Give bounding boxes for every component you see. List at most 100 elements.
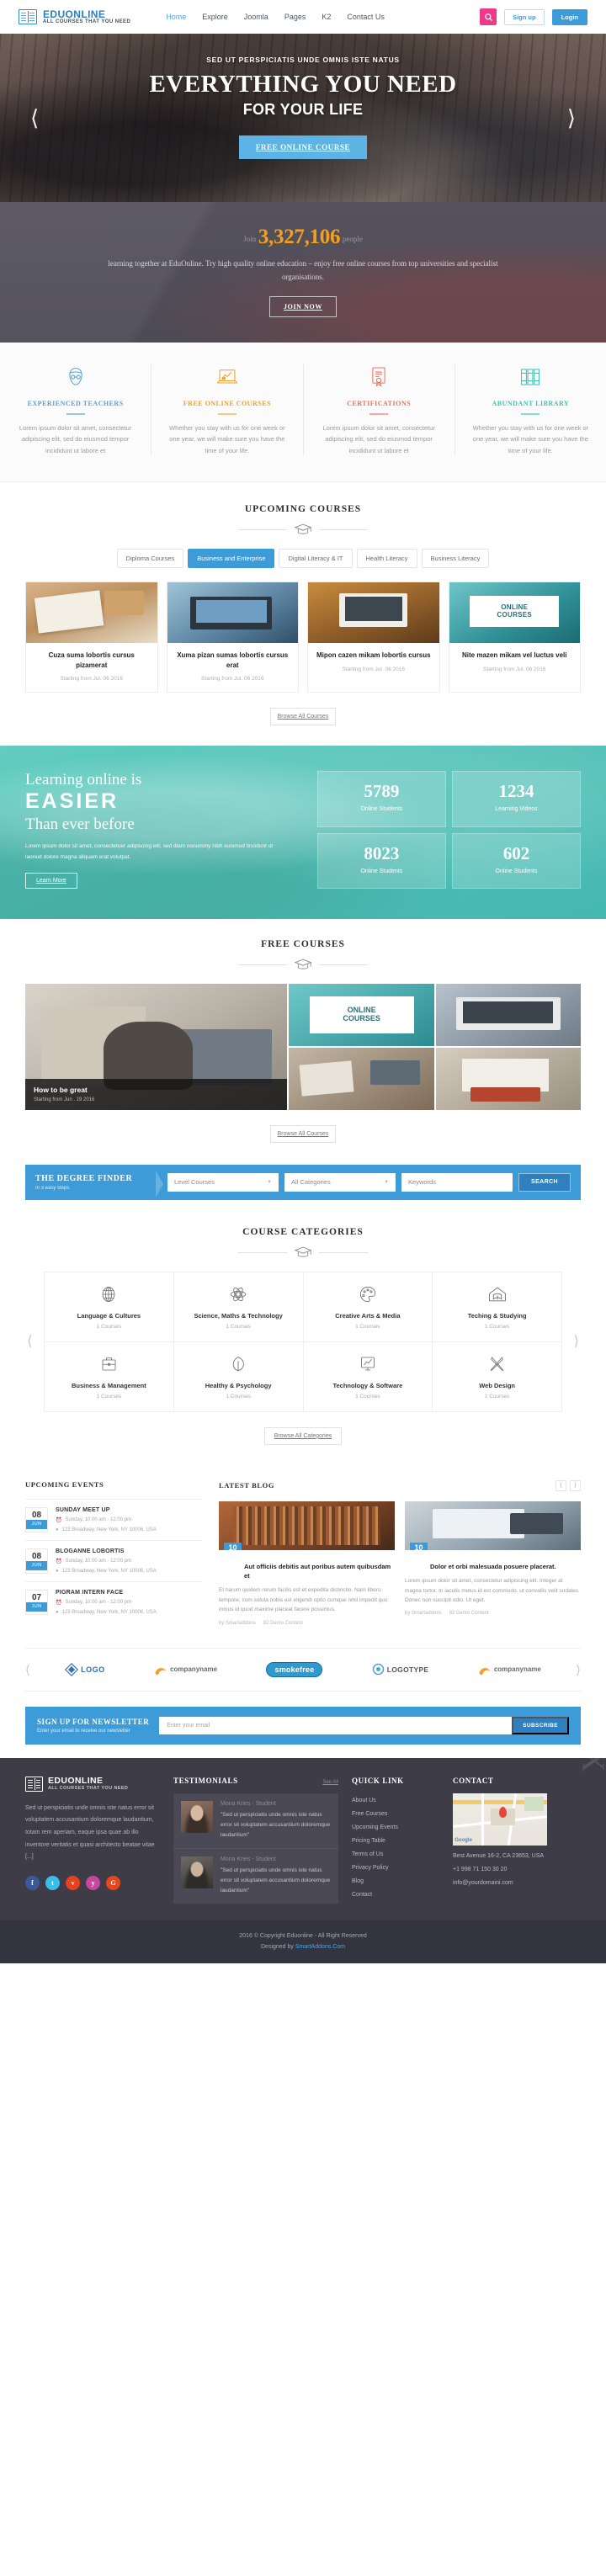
blog-prev-arrow[interactable]: ⟨ (556, 1479, 566, 1491)
browse-all-courses-button[interactable]: Browse All Courses (270, 708, 336, 726)
avatar (181, 1800, 213, 1833)
level-courses-select[interactable]: Level Courses ▼ (167, 1172, 279, 1192)
search-button[interactable] (480, 8, 497, 25)
testimonial-author: Mona Kries - Student (221, 1800, 276, 1807)
quicklink-terms-of-us[interactable]: Terms of Us (352, 1848, 439, 1862)
learn-more-button[interactable]: Learn More (25, 872, 77, 889)
facebook-icon[interactable]: f (25, 1875, 40, 1890)
category-name: Science, Maths & Technology (194, 1311, 283, 1320)
category-count: 1 Courses (96, 1393, 122, 1400)
finder-search-button[interactable]: SEARCH (518, 1172, 571, 1192)
partners-prev-arrow[interactable]: ⟨ (25, 1662, 30, 1677)
events-title: UPCOMING EVENTS (25, 1479, 104, 1489)
sign-up-button[interactable]: Sign up (504, 8, 545, 25)
briefcase-icon (50, 1354, 168, 1374)
event-item[interactable]: 07 JUN PIGRAM INTERN FACE ⏰ Sunday, 10:00… (25, 1580, 202, 1623)
blog-next-arrow[interactable]: ⟩ (570, 1479, 581, 1491)
google-plus-icon[interactable]: G (106, 1875, 120, 1890)
stat-number: 8023 (364, 842, 400, 863)
tab-health-literacy[interactable]: Health Literacy (356, 549, 417, 568)
nav-item-k2[interactable]: K2 (322, 13, 331, 21)
degree-finder-bar: THE DEGREE FINDER In 3 easy steps Level … (25, 1164, 581, 1200)
hero-next-arrow[interactable]: ⟩ (567, 107, 576, 129)
degree-finder-label: THE DEGREE FINDER In 3 easy steps (35, 1170, 163, 1198)
tab-business-and-enterprise[interactable]: Business and Enterprise (188, 549, 275, 568)
mosaic-tile[interactable] (435, 983, 582, 1046)
feature-rule (521, 412, 540, 415)
tab-business-literacy[interactable]: Business Literacy (421, 549, 490, 568)
nav-item-explore[interactable]: Explore (202, 13, 228, 21)
partner-logo[interactable]: LOGOTYPE (372, 1663, 429, 1676)
event-item[interactable]: 08 JUN SUNDAY MEET UP ⏰ Sunday, 10:00 am … (25, 1498, 202, 1540)
quicklink-blog[interactable]: Blog (352, 1875, 439, 1888)
see-all-link[interactable]: See All (322, 1780, 338, 1785)
course-card[interactable]: ONLINE COURSES Nite mazen mikam vel luctu… (448, 582, 581, 693)
nav-item-contact-us[interactable]: Contact Us (347, 13, 385, 21)
quicklink-upcoming-events[interactable]: Upcoming Events (352, 1821, 439, 1835)
category-teching-studying[interactable]: Teching & Studying 1 Courses (433, 1272, 562, 1342)
partner-logo[interactable]: LOGO (65, 1662, 105, 1676)
newsletter-email-input[interactable]: Enter your email (159, 1716, 513, 1734)
category-healthy-psychology[interactable]: Healthy & Psychology 1 Courses (173, 1341, 304, 1412)
browse-all-free-courses-button[interactable]: Browse All Courses (270, 1124, 336, 1143)
quicklink-privacy-policy[interactable]: Privacy Policy (352, 1862, 439, 1875)
event-item[interactable]: 08 JUN BLOGANNE LOBORTIS ⏰ Sunday, 10:00 … (25, 1539, 202, 1581)
blog-post[interactable]: 10 JUN Dolor et orbi malesuada posuere p… (405, 1500, 581, 1626)
newsletter-bar: SIGN UP FOR NEWSLETTER Enter your email … (25, 1706, 581, 1745)
graduation-cap-icon (294, 959, 312, 969)
category-language-cultures[interactable]: Language & Cultures 1 Courses (45, 1272, 174, 1342)
course-card[interactable]: Xuma pizan sumas lobortis cursus erat St… (166, 582, 299, 693)
nav-item-joomla[interactable]: Joomla (244, 13, 268, 21)
smartaddons-link[interactable]: SmartAddons.Com (295, 1944, 345, 1950)
mosaic-right: ONLINE COURSES (289, 983, 582, 1110)
feature-title: ABUNDANT LIBRARY (492, 399, 570, 407)
tab-digital-literacy-it[interactable]: Digital Literacy & IT (279, 549, 353, 568)
nav-item-pages[interactable]: Pages (284, 13, 306, 21)
nav-item-home[interactable]: Home (166, 13, 186, 21)
category-science-maths-technology[interactable]: Science, Maths & Technology 1 Courses (173, 1272, 304, 1342)
categories-prev-arrow[interactable]: ⟨ (27, 1333, 33, 1350)
tab-diploma-courses[interactable]: Diploma Courses (116, 549, 184, 568)
category-creative-arts-media[interactable]: Creative Arts & Media 1 Courses (303, 1272, 433, 1342)
event-name: BLOGANNE LOBORTIS (56, 1548, 125, 1554)
course-card[interactable]: Mipon cazen mikam lobortis cursus Starti… (307, 582, 440, 693)
mosaic-tile[interactable]: ONLINE COURSES (289, 983, 434, 1046)
category-web-design[interactable]: Web Design 1 Courses (433, 1341, 562, 1412)
footer-logo[interactable]: EDUONLINE ALL COURSES THAT YOU NEED (25, 1776, 160, 1792)
vimeo-icon[interactable]: v (66, 1875, 80, 1890)
category-technology-software[interactable]: Technology & Software 1 Courses (303, 1341, 433, 1412)
keywords-input[interactable]: Keywords (401, 1172, 513, 1192)
blog-post[interactable]: 10 JUN Aut officiis debitis aut poribus … (219, 1500, 395, 1626)
stat-label: Learning Videos (495, 806, 538, 813)
logo[interactable]: EDUONLINE ALL COURSES THAT YOU NEED (19, 9, 130, 24)
event-name: PIGRAM INTERN FACE (56, 1589, 124, 1596)
quicklink-pricing-table[interactable]: Pricing Table (352, 1835, 439, 1848)
mosaic-tile[interactable] (435, 1047, 582, 1110)
quicklink-about-us[interactable]: About Us (352, 1794, 439, 1808)
categories-next-arrow[interactable]: ⟩ (573, 1333, 579, 1350)
twitter-icon[interactable]: t (45, 1875, 60, 1890)
partner-logo[interactable]: smokefree (266, 1661, 323, 1677)
post-title: Aut officiis debitis aut poribus autem q… (244, 1562, 391, 1580)
stat-card: 5789 Online Students (316, 771, 446, 827)
partners-next-arrow[interactable]: ⟩ (576, 1662, 581, 1677)
all-categories-select[interactable]: All Categories ▼ (284, 1172, 396, 1192)
contact-map[interactable]: Google (453, 1793, 547, 1846)
course-card[interactable]: Cuza suma lobortis cursus pizamerat Star… (25, 582, 158, 693)
join-now-button[interactable]: JOIN NOW (269, 295, 337, 317)
browse-all-categories-button[interactable]: Browse All Categories (264, 1426, 342, 1445)
category-business-management[interactable]: Business & Management 1 Courses (45, 1341, 174, 1412)
quicklink-free-courses[interactable]: Free Courses (352, 1808, 439, 1821)
course-tabs: Diploma Courses Business and Enterprise … (25, 549, 581, 568)
partner-logo[interactable]: companyname (478, 1664, 541, 1676)
quicklink-contact[interactable]: Contact (352, 1888, 439, 1902)
newsletter-subscribe-button[interactable]: SUBSCRIBE (512, 1716, 569, 1734)
hero-prev-arrow[interactable]: ⟨ (30, 107, 39, 129)
partner-logo[interactable]: companyname (154, 1664, 217, 1676)
section-title: COURSE CATEGORIES (242, 1226, 364, 1237)
hero-cta-button[interactable]: FREE ONLINE COURSE (238, 135, 368, 159)
youtube-icon[interactable]: y (86, 1875, 100, 1890)
mosaic-tile[interactable] (289, 1047, 434, 1110)
login-button[interactable]: Login (551, 8, 587, 25)
featured-course-tile[interactable]: How to be great Starting from Jun . 19 2… (25, 983, 288, 1110)
